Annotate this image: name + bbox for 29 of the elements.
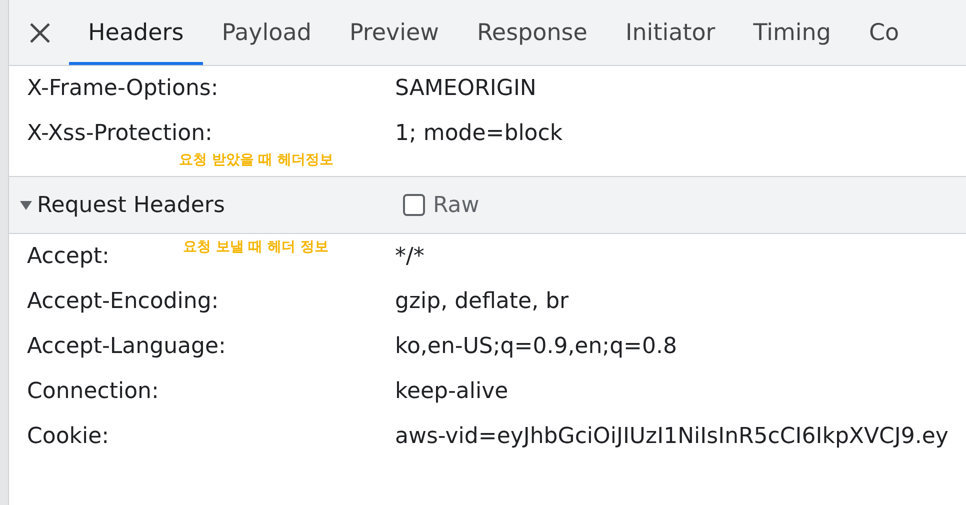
header-name: Connection:	[27, 379, 159, 404]
header-name: Accept-Encoding:	[27, 289, 219, 314]
raw-checkbox[interactable]: Raw	[403, 192, 480, 218]
header-name: Accept-Language:	[27, 334, 226, 359]
header-value: gzip, deflate, br	[395, 288, 569, 316]
close-icon	[29, 22, 51, 44]
annotation-text: 요청 보낼 때 헤더 정보	[183, 238, 328, 256]
tab[interactable]: Co	[850, 0, 918, 65]
header-name: Accept:	[27, 244, 110, 269]
header-value: */*	[395, 242, 424, 270]
header-value: ko,en-US;q=0.9,en;q=0.8	[395, 332, 677, 360]
checkbox[interactable]	[403, 194, 425, 216]
tab[interactable]: Headers	[69, 0, 203, 65]
tab[interactable]: Payload	[202, 0, 330, 65]
tab[interactable]: Preview	[330, 0, 458, 65]
tab[interactable]: Response	[458, 0, 606, 65]
triangle-icon	[19, 198, 33, 212]
header-value: SAMEORIGIN	[395, 74, 536, 102]
header-name: Cookie:	[27, 424, 110, 449]
header-value: keep-alive	[395, 378, 508, 406]
header-name: X-Xss-Protection:	[27, 121, 212, 146]
tab[interactable]: Initiator	[606, 0, 734, 65]
header-name: X-Frame-Options:	[27, 76, 218, 101]
annotation-text: 요청 받았을 때 헤더정보	[179, 151, 334, 169]
checkbox-label: Raw	[433, 192, 480, 218]
request-headers-toggle[interactable]: Request Headers	[9, 192, 403, 218]
header-value: 1; mode=block	[395, 120, 563, 148]
header-value: aws-vid=eyJhbGciOiJIUzI1NiIsInR5cCI6IkpXVCJ9.ey	[395, 422, 948, 450]
tab[interactable]: Timing	[734, 0, 850, 65]
